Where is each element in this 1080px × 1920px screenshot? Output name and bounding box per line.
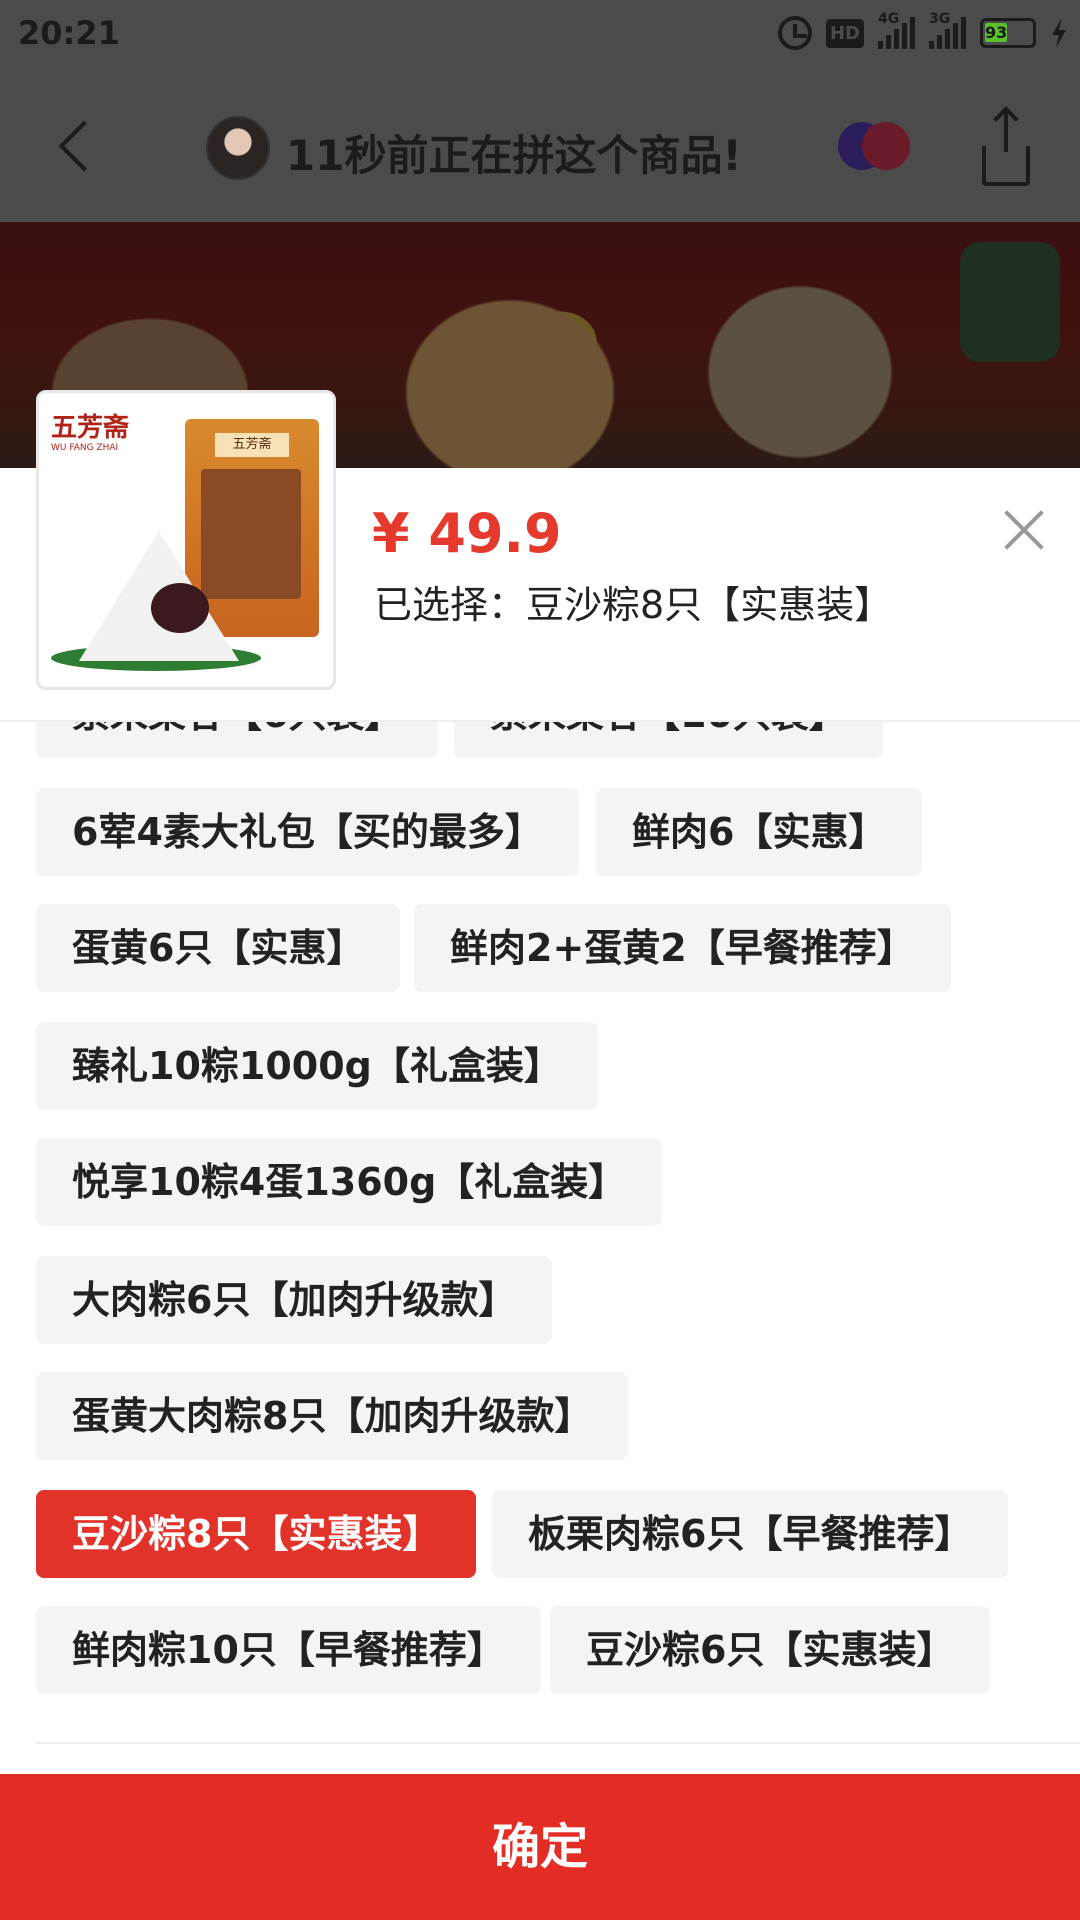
- sku-option[interactable]: 悦享10粽4蛋1360g【礼盒装】: [36, 1138, 663, 1226]
- sku-option[interactable]: 鲜肉6【实惠】: [596, 788, 923, 876]
- status-icons: HD 4G 3G 93: [777, 11, 1068, 50]
- confirm-button[interactable]: 确定: [0, 1774, 1080, 1920]
- sku-options: 素来菜谷【6只装】 素来菜谷【10只装】 6荤4素大礼包【买的最多】 鲜肉6【实…: [0, 722, 1080, 1727]
- package-label: 五芳斋: [215, 433, 289, 457]
- sku-option[interactable]: 蛋黄大肉粽8只【加肉升级款】: [36, 1372, 629, 1460]
- brand-icon[interactable]: [838, 122, 910, 170]
- network-label: 3G: [929, 11, 951, 27]
- sku-option[interactable]: 鲜肉2+蛋黄2【早餐推荐】: [414, 904, 951, 992]
- brand-logo-sub: WU FANG ZHAI: [51, 443, 119, 453]
- charging-icon: [1052, 18, 1066, 48]
- sku-option[interactable]: 6荤4素大礼包【买的最多】: [36, 788, 579, 876]
- sku-option[interactable]: 素来菜谷【6只装】: [36, 722, 439, 758]
- sku-option[interactable]: 板栗肉粽6只【早餐推荐】: [492, 1490, 1009, 1578]
- sku-option[interactable]: 大肉粽6只【加肉升级款】: [36, 1256, 553, 1344]
- sku-option[interactable]: 鲜肉粽10只【早餐推荐】: [36, 1606, 541, 1694]
- hd-icon: HD: [825, 18, 864, 48]
- sku-option[interactable]: 蛋黄6只【实惠】: [36, 904, 401, 992]
- status-time: 20:21: [18, 14, 120, 52]
- battery-icon: 93: [980, 18, 1036, 48]
- page-title: 11秒前正在拼这个商品!: [286, 131, 742, 180]
- brand-logo: 五芳斋: [51, 413, 130, 443]
- divider: [36, 1742, 1080, 1744]
- product-price: ¥ 49.9: [372, 502, 562, 565]
- status-bar: 20:21 HD 4G 3G 93: [0, 0, 1080, 70]
- signal-icon: 4G: [878, 11, 915, 49]
- alarm-icon: [777, 16, 812, 50]
- share-icon[interactable]: [982, 112, 1030, 186]
- avatar: [206, 116, 270, 180]
- signal-icon: 3G: [929, 11, 966, 49]
- product-thumbnail: 五芳斋 WU FANG ZHAI 五芳斋: [36, 390, 336, 690]
- selected-sku-text: 已选择：豆沙粽8只【实惠装】: [374, 583, 893, 627]
- sku-option[interactable]: 臻礼10粽1000g【礼盒装】: [36, 1022, 598, 1110]
- battery-level: 93: [985, 23, 1008, 42]
- back-icon[interactable]: [48, 116, 108, 176]
- network-label: 4G: [878, 11, 900, 27]
- sku-option[interactable]: 素来菜谷【10只装】: [454, 722, 883, 758]
- sku-option[interactable]: 豆沙粽6只【实惠装】: [550, 1606, 991, 1694]
- close-icon[interactable]: [998, 504, 1050, 556]
- sku-option-selected[interactable]: 豆沙粽8只【实惠装】: [36, 1490, 477, 1578]
- header-bar: 11秒前正在拼这个商品!: [0, 70, 1080, 222]
